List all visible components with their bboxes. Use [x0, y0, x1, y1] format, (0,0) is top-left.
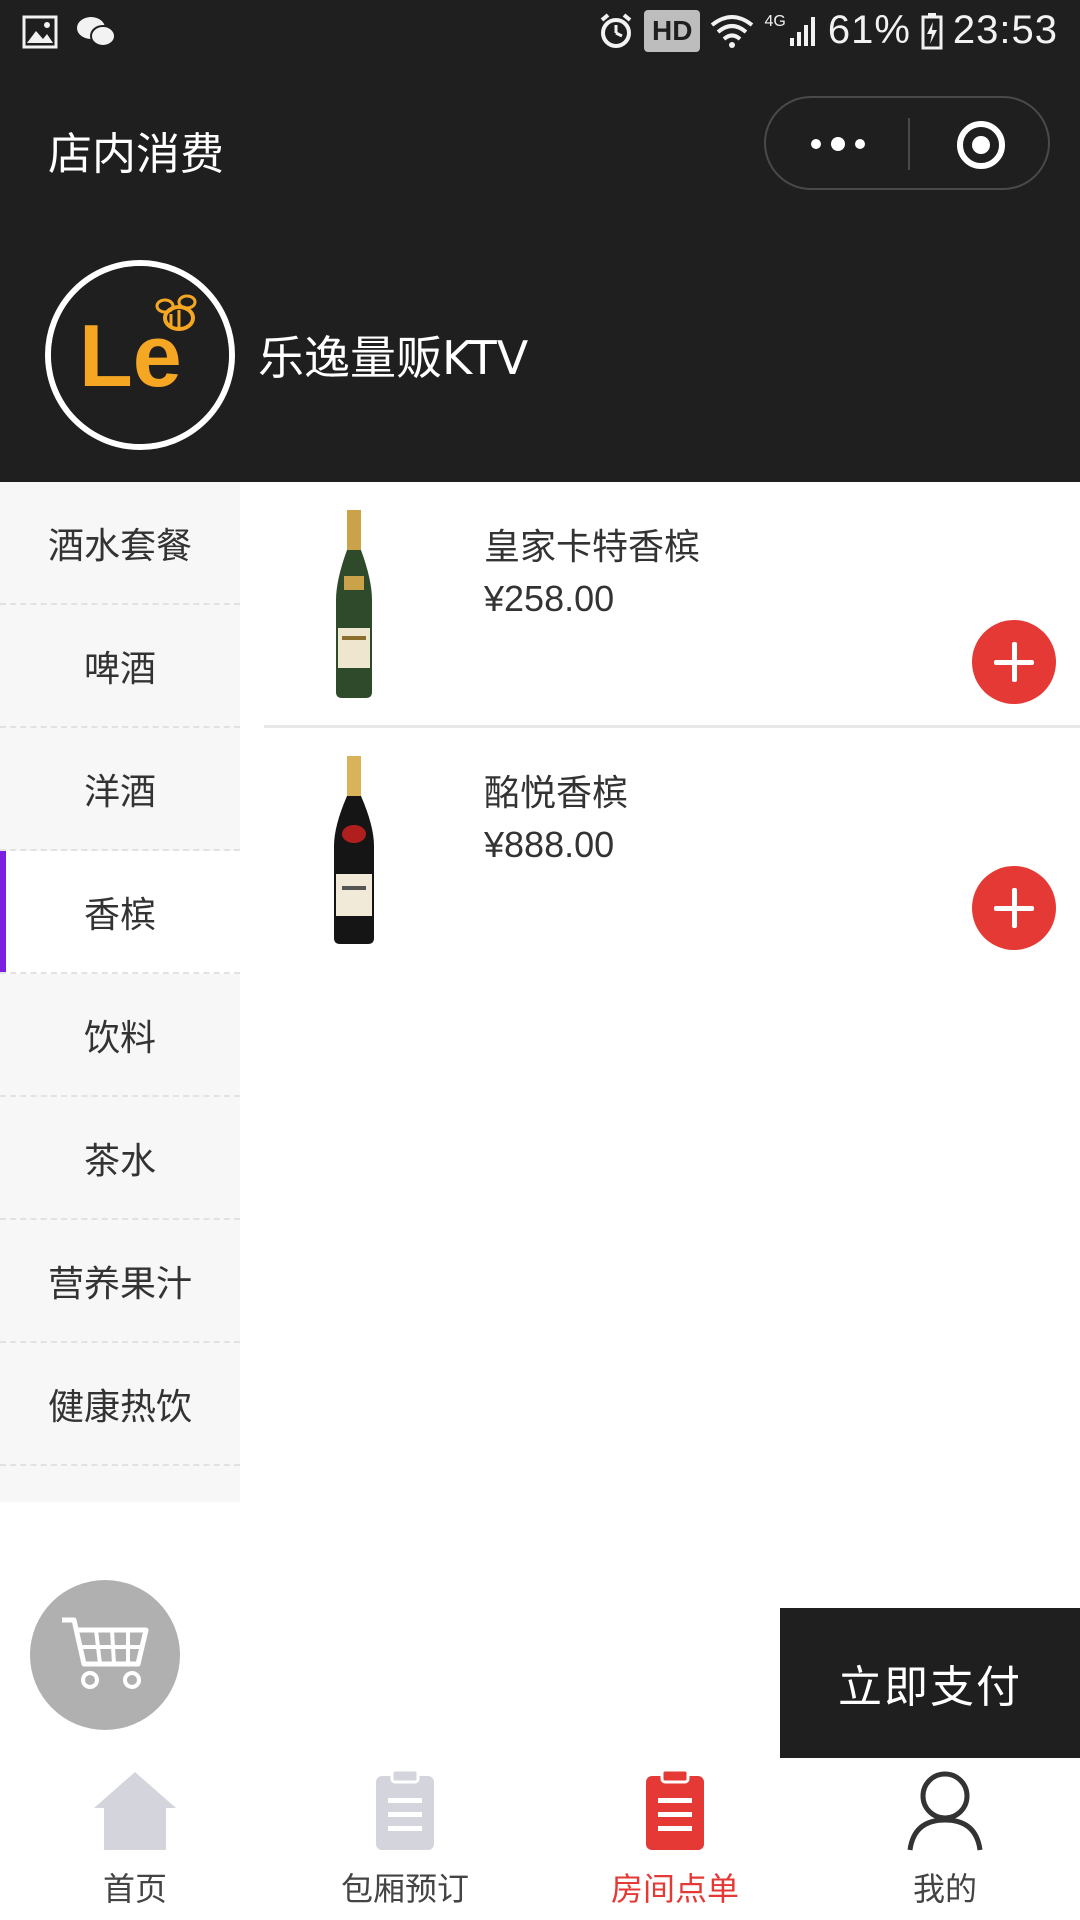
shopping-cart-icon: [62, 1617, 149, 1689]
product-card: 酩悦香槟 ¥888.00: [264, 728, 1080, 974]
add-to-cart-button[interactable]: [972, 620, 1056, 704]
hd-badge: HD: [644, 9, 701, 52]
pay-now-button[interactable]: 立即支付: [780, 1608, 1080, 1758]
battery-icon: [921, 12, 943, 49]
category-item[interactable]: 啤酒: [0, 605, 240, 728]
shop-logo: Le: [45, 260, 235, 450]
category-item[interactable]: 饮料: [0, 974, 240, 1097]
status-bar: HD 4G 61% 23:53: [0, 0, 1080, 70]
alarm-icon: [600, 12, 632, 48]
product-price: ¥258.00: [484, 578, 615, 619]
wechat-icon: [77, 17, 116, 47]
tab-room-booking[interactable]: 包厢预订: [270, 1758, 540, 1920]
page-title: 店内消费: [48, 129, 224, 180]
add-to-cart-button[interactable]: [972, 866, 1056, 950]
battery-percent: 61%: [827, 8, 911, 52]
tab-label: 我的: [912, 1870, 977, 1908]
category-item-active[interactable]: 香槟: [0, 851, 240, 974]
category-label: 洋酒: [83, 771, 156, 813]
clipboard-icon: [376, 1768, 434, 1850]
category-label: 香槟: [83, 894, 156, 936]
category-label: 酒水套餐: [47, 525, 192, 567]
category-item[interactable]: 洋酒: [0, 728, 240, 851]
gallery-icon: [22, 15, 58, 49]
shop-name: 乐逸量贩KTV: [258, 331, 529, 385]
clipboard-icon: [646, 1768, 704, 1850]
tab-home[interactable]: 首页: [0, 1758, 270, 1920]
product-list: 皇家卡特香槟 ¥258.00 酩悦香槟 ¥888.00: [240, 482, 1080, 974]
user-icon: [907, 1771, 983, 1851]
category-label: 健康热饮: [47, 1386, 192, 1428]
product-price: ¥888.00: [484, 824, 615, 865]
tab-label: 首页: [102, 1870, 167, 1908]
category-label: 啤酒: [83, 648, 156, 690]
wifi-icon: [711, 14, 754, 48]
product-card: 皇家卡特香槟 ¥258.00: [264, 482, 1080, 728]
home-icon: [94, 1772, 176, 1850]
tab-bar: 首页 包厢预订 房间点单 我的: [0, 1758, 1080, 1920]
product-name: 酩悦香槟: [484, 773, 629, 814]
tab-mine[interactable]: 我的: [810, 1758, 1080, 1920]
capsule-divider: [908, 118, 910, 170]
champagne-bottle-gold-icon: [336, 510, 372, 698]
category-item[interactable]: 酒水套餐: [0, 482, 240, 605]
category-label: 饮料: [83, 1017, 156, 1059]
champagne-bottle-black-icon: [334, 756, 374, 944]
cart-button[interactable]: [30, 1580, 180, 1730]
menu-capsule: [764, 96, 1050, 190]
category-item[interactable]: 茶水: [0, 1097, 240, 1220]
tab-room-order[interactable]: 房间点单: [540, 1758, 810, 1920]
close-miniprogram-icon[interactable]: [956, 120, 1006, 170]
tab-label: 包厢预订: [340, 1870, 469, 1908]
category-item[interactable]: 健康热饮: [0, 1343, 240, 1466]
category-sidebar: 酒水套餐 啤酒 洋酒 香槟 饮料 茶水 营养果汁 健康热饮: [0, 482, 240, 1502]
clock-time: 23:53: [952, 8, 1058, 52]
navigation-bar: 店内消费: [0, 70, 1080, 220]
tab-label: 房间点单: [610, 1870, 739, 1908]
more-options-icon[interactable]: [806, 132, 870, 156]
category-item[interactable]: 营养果汁: [0, 1220, 240, 1343]
product-name: 皇家卡特香槟: [484, 527, 701, 568]
shop-header: Le 乐逸量贩KTV: [0, 220, 1080, 482]
category-label: 茶水: [83, 1140, 156, 1182]
category-label: 营养果汁: [47, 1263, 192, 1305]
network-label: 4G: [764, 12, 786, 30]
signal-icon: [789, 16, 815, 46]
